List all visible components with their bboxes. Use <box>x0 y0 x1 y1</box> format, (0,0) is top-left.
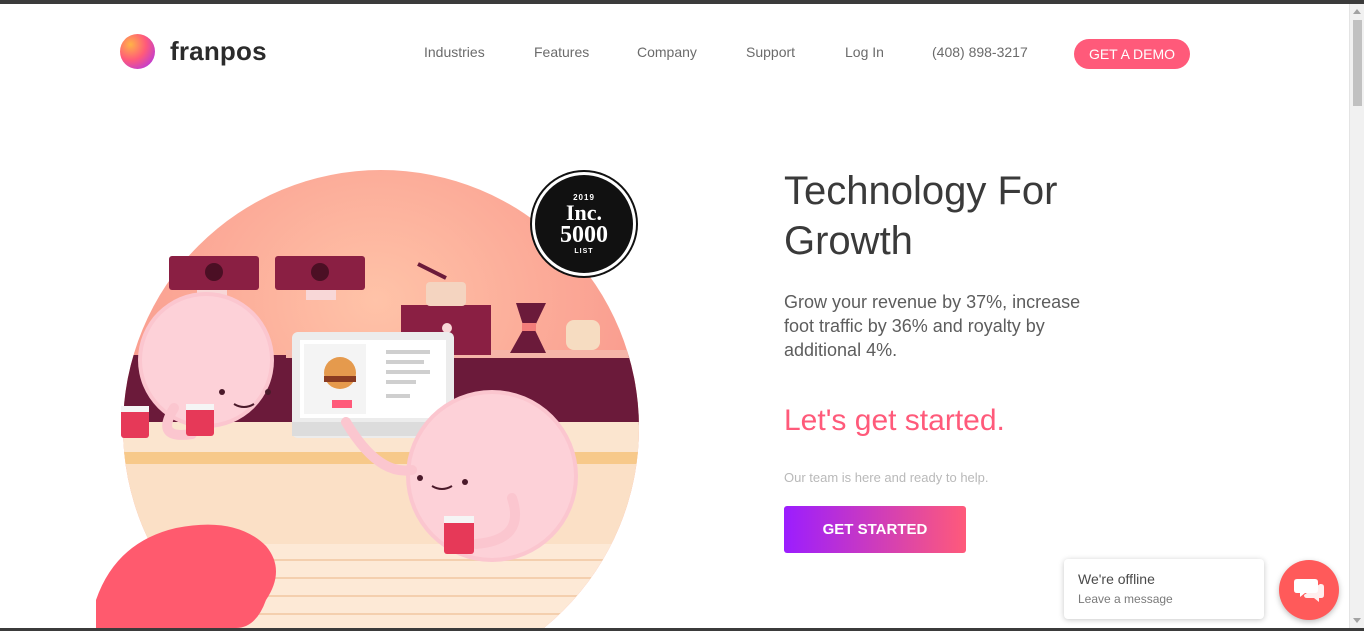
hero-illustration: 2019 Inc. 5000 LIST <box>96 160 656 628</box>
nav-support[interactable]: Support <box>746 44 795 60</box>
cta-note: Our team is here and ready to help. <box>784 470 989 485</box>
get-started-button[interactable]: GET STARTED <box>784 506 966 553</box>
chat-status: We're offline <box>1078 571 1155 587</box>
nav-login[interactable]: Log In <box>845 44 884 60</box>
nav-features[interactable]: Features <box>534 44 589 60</box>
badge-inc: Inc. <box>565 200 603 225</box>
get-demo-button[interactable]: GET A DEMO <box>1074 39 1190 69</box>
scrollbar-thumb[interactable] <box>1353 20 1362 106</box>
logo-mark-icon <box>120 34 155 69</box>
nav-company[interactable]: Company <box>637 44 697 60</box>
nav-industries[interactable]: Industries <box>424 44 485 60</box>
inc-5000-badge: 2019 Inc. 5000 LIST <box>532 172 636 276</box>
badge-list: LIST <box>574 248 594 255</box>
hero-title: Technology For Growth <box>784 169 1058 263</box>
chat-icon <box>1294 579 1324 602</box>
scroll-down-icon[interactable] <box>1353 618 1361 623</box>
chat-offline-bubble[interactable]: We're offline Leave a message <box>1064 559 1264 619</box>
chat-leave-message[interactable]: Leave a message <box>1078 592 1250 606</box>
scroll-up-icon[interactable] <box>1353 9 1361 14</box>
chat-button[interactable] <box>1279 560 1339 620</box>
window-top-border <box>0 0 1364 4</box>
nav-phone[interactable]: (408) 898-3217 <box>932 44 1028 60</box>
badge-5000: 5000 <box>560 222 608 248</box>
page-scrollbar[interactable] <box>1349 4 1364 628</box>
cta-heading: Let's get started. <box>784 404 1005 437</box>
hero-subtitle: Grow your revenue by 37%, increase foot … <box>784 292 1081 360</box>
brand-name: franpos <box>170 36 267 66</box>
logo[interactable]: franpos <box>120 34 267 69</box>
